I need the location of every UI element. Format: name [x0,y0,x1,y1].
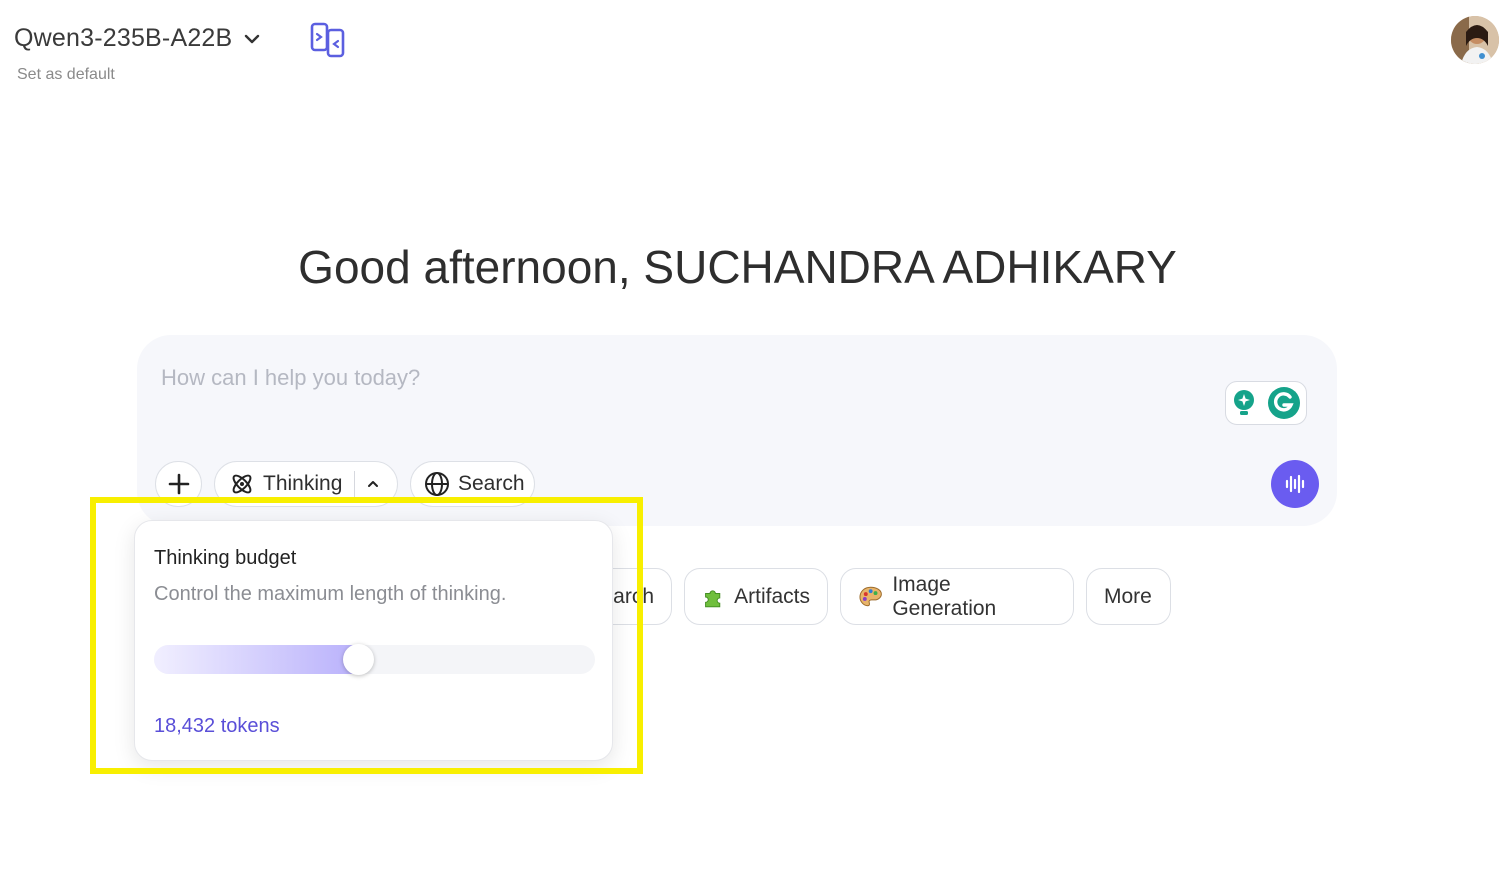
divider [354,471,356,497]
puzzle-icon [705,589,721,607]
grammarly-widget[interactable] [1225,381,1307,425]
thinking-budget-title: Thinking budget [154,547,297,569]
chip-more-label: More [1104,584,1152,608]
greeting-heading: Good afternoon, SUCHANDRA ADHIKARY [298,241,1177,293]
thinking-toggle-button[interactable]: Thinking [214,461,398,507]
chip-artifacts[interactable]: Artifacts [684,568,828,625]
grammarly-icon [1268,387,1300,419]
chip-more[interactable]: More [1086,568,1171,625]
thinking-budget-popover: Thinking budget Control the maximum leng… [134,520,613,761]
slider-fill [154,645,360,674]
plus-icon [168,473,189,495]
chip-search-label: arch [613,584,654,608]
palette-icon [859,586,882,606]
chevron-up-icon[interactable] [365,476,381,492]
thinking-icon [232,474,252,494]
compare-icon[interactable] [309,21,347,59]
avatar[interactable] [1451,16,1499,64]
slider-handle[interactable] [343,644,375,675]
chevron-down-icon [245,34,260,43]
model-selector[interactable]: Qwen3-235B-A22B [14,24,262,53]
search-label: Search [458,472,525,495]
add-attachment-button[interactable] [155,461,202,507]
lightbulb-icon [1234,390,1254,415]
chip-image-generation[interactable]: Image Generation [840,568,1074,625]
chat-composer: How can I help you today? Thinking Searc… [137,335,1337,526]
model-name: Qwen3-235B-A22B [14,24,233,52]
avatar-image [1451,16,1499,64]
voice-input-button[interactable] [1271,460,1319,508]
chip-artifacts-label: Artifacts [734,584,810,608]
thinking-label: Thinking [263,472,343,495]
thinking-budget-slider[interactable] [154,644,595,675]
voice-icon [1285,474,1305,494]
globe-icon [425,472,449,496]
chat-input[interactable]: How can I help you today? [161,365,420,391]
set-as-default-link[interactable]: Set as default [17,66,115,84]
thinking-budget-tokens: 18,432 tokens [154,715,280,737]
chip-image-generation-label: Image Generation [892,572,997,620]
search-toggle-button[interactable]: Search [410,461,535,507]
thinking-budget-description: Control the maximum length of thinking. [154,583,507,605]
